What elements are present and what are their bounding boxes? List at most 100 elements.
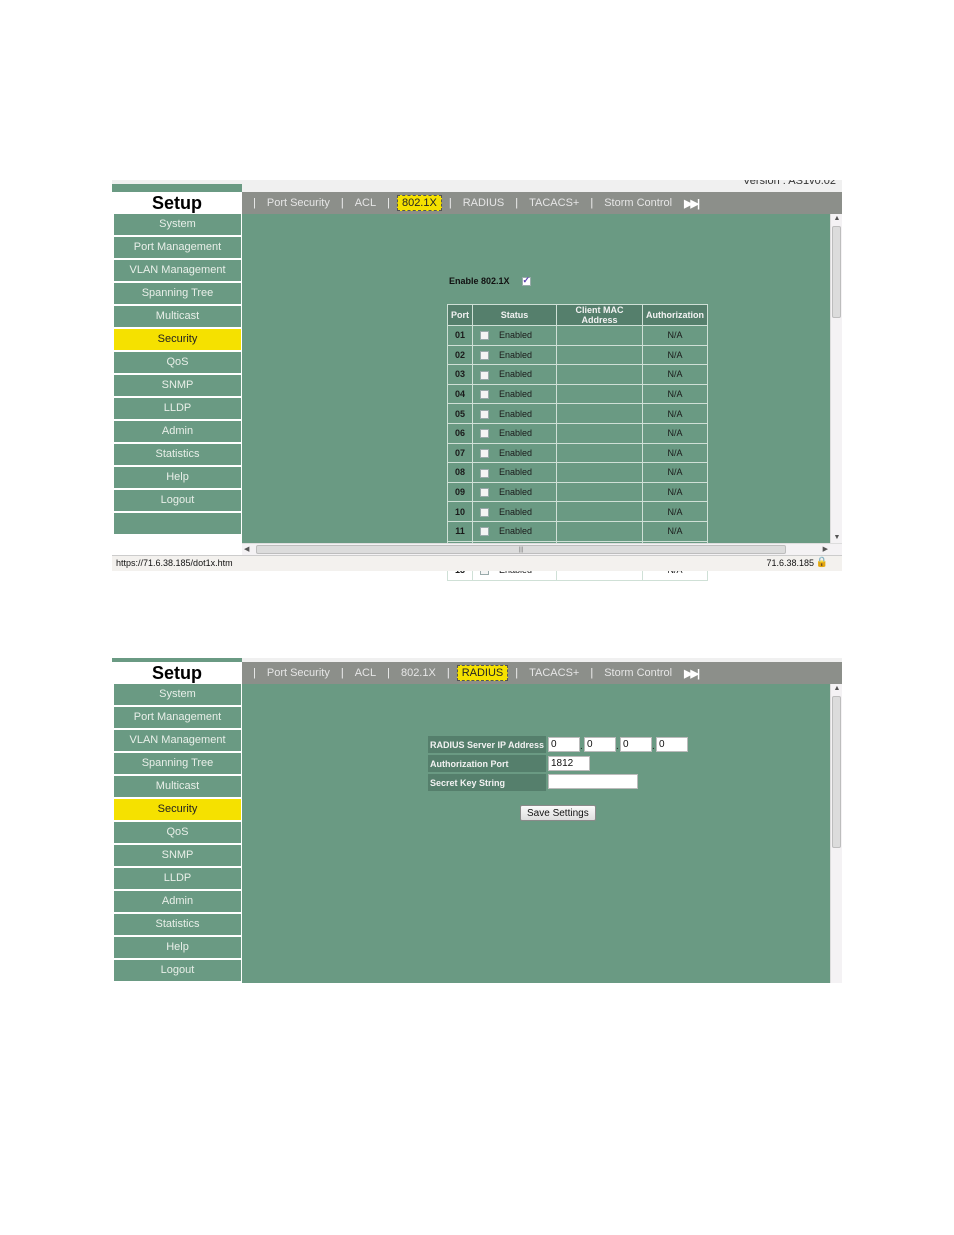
radius-key-row: Secret Key String [428,774,688,791]
port-cell: 05 [447,403,473,424]
sidebar-item-vlan-management[interactable]: VLAN Management [114,730,241,751]
tab-acl[interactable]: ACL [351,196,380,210]
status-checkbox[interactable] [480,507,489,517]
sidebar-item-system[interactable]: System [114,684,241,705]
status-checkbox[interactable] [480,390,489,400]
status-checkbox[interactable] [480,350,489,360]
tab-storm-control[interactable]: Storm Control [600,196,676,210]
scroll-thumb[interactable] [832,696,841,848]
tab-tacacs-[interactable]: TACACS+ [525,666,583,680]
tab-separator: | [340,667,344,679]
sidebar-item-multicast[interactable]: Multicast [114,776,241,797]
sidebar-title: Setup [112,662,242,684]
tab-tacacs-[interactable]: TACACS+ [525,196,583,210]
status-label: Enabled [499,447,533,458]
table-row: 01 Enabled N/A [447,325,708,346]
fast-forward-icon[interactable]: ▶▶| [684,667,700,680]
tab-acl[interactable]: ACL [351,666,380,680]
sidebar-item-port-management[interactable]: Port Management [114,707,241,728]
sidebar-item-admin[interactable]: Admin [114,421,241,442]
sidebar-item-port-management[interactable]: Port Management [114,237,241,258]
sidebar-item-admin[interactable]: Admin [114,891,241,912]
sidebar-item-snmp[interactable]: SNMP [114,845,241,866]
vertical-scrollbar[interactable]: ▲ ▼ [830,214,842,543]
radius-ip-label: RADIUS Server IP Address [428,736,546,753]
sidebar-filler [114,513,241,534]
sidebar-item-security[interactable]: Security [114,799,241,820]
version-text: Version : AS1v0.02 [743,180,836,187]
fast-forward-icon[interactable]: ▶▶| [684,197,700,210]
sidebar-item-qos[interactable]: QoS [114,822,241,843]
authorization-cell: N/A [642,520,708,542]
sidebar-item-multicast[interactable]: Multicast [114,306,241,327]
sidebar-nav: System Port Management VLAN Management Span… [112,214,242,511]
status-label: Enabled [499,349,533,360]
port-cell: 01 [447,325,473,346]
tab-802-1x[interactable]: 802.1X [396,195,442,211]
scroll-up-icon[interactable]: ▲ [831,214,843,224]
authorization-port-input[interactable]: 1812 [548,756,590,771]
radius-form: RADIUS Server IP Address 0.0.0.0 Authori… [426,734,690,793]
status-checkbox[interactable] [480,370,489,380]
tab-radius[interactable]: RADIUS [456,665,509,681]
sidebar: Setup System Port Management VLAN Manageme… [112,662,242,983]
sidebar-item-system[interactable]: System [114,214,241,235]
sidebar-item-logout[interactable]: Logout [114,960,241,981]
status-checkbox[interactable] [480,488,489,498]
sidebar-title: Setup [112,192,242,214]
status-checkbox[interactable] [480,429,489,439]
sidebar-item-help[interactable]: Help [114,937,241,958]
ip-octet-2-input[interactable]: 0 [584,737,616,752]
scroll-thumb[interactable] [832,226,841,318]
sidebar-item-statistics[interactable]: Statistics [114,914,241,935]
sidebar-item-spanning-tree[interactable]: Spanning Tree [114,753,241,774]
authorization-cell: N/A [642,422,708,444]
sidebar-item-vlan-management[interactable]: VLAN Management [114,260,241,281]
sidebar-item-qos[interactable]: QoS [114,352,241,373]
table-row: 02 Enabled N/A [447,344,708,366]
vertical-scrollbar[interactable]: ▲ [830,684,842,983]
sidebar-item-help[interactable]: Help [114,467,241,488]
horizontal-scrollbar[interactable]: ◀ ||| ▶ [242,543,842,555]
ip-octet-3-input[interactable]: 0 [620,737,652,752]
tab-port-security[interactable]: Port Security [263,196,334,210]
status-checkbox[interactable] [480,409,489,419]
radius-port-row: Authorization Port 1812 [428,755,688,772]
scroll-up-icon[interactable]: ▲ [831,684,843,694]
status-label: Enabled [499,467,533,478]
tab-radius[interactable]: RADIUS [459,196,509,210]
sidebar-item-lldp[interactable]: LLDP [114,868,241,889]
mac-cell [556,442,643,464]
enable-8021x-checkbox[interactable] [521,275,531,286]
status-checkbox[interactable] [480,331,489,341]
save-settings-button[interactable]: Save Settings [520,805,596,821]
sidebar-item-spanning-tree[interactable]: Spanning Tree [114,283,241,304]
enable-8021x-label: Enable 802.1X [449,276,510,286]
sidebar-item-logout[interactable]: Logout [114,490,241,511]
ip-octet-1-input[interactable]: 0 [548,737,580,752]
sidebar-item-security[interactable]: Security [114,329,241,350]
sidebar-item-statistics[interactable]: Statistics [114,444,241,465]
status-label: Enabled [499,389,533,400]
tab-802-1x[interactable]: 802.1X [397,666,440,680]
sidebar-item-snmp[interactable]: SNMP [114,375,241,396]
radius-ip-inputs: 0.0.0.0 [548,736,688,753]
mac-cell [556,364,643,385]
table-row: 03 Enabled N/A [447,364,708,385]
enable-8021x-row: Enable 802.1X [449,275,531,286]
sidebar: Setup System Port Management VLAN Manageme… [112,192,242,536]
tab-port-security[interactable]: Port Security [263,666,334,680]
port-cell: 06 [447,422,473,444]
ip-octet-4-input[interactable]: 0 [656,737,688,752]
tab-storm-control[interactable]: Storm Control [600,666,676,680]
sidebar-item-lldp[interactable]: LLDP [114,398,241,419]
authorization-cell: N/A [642,383,708,405]
status-checkbox[interactable] [480,448,489,458]
status-checkbox[interactable] [480,527,489,537]
status-checkbox[interactable] [480,468,489,478]
secret-key-input[interactable] [548,774,638,789]
lock-icon: 🔒 [815,557,828,568]
scroll-down-icon[interactable]: ▼ [831,533,843,543]
hscroll-thumb[interactable]: ||| [256,545,786,554]
authorization-cell: N/A [642,462,708,483]
